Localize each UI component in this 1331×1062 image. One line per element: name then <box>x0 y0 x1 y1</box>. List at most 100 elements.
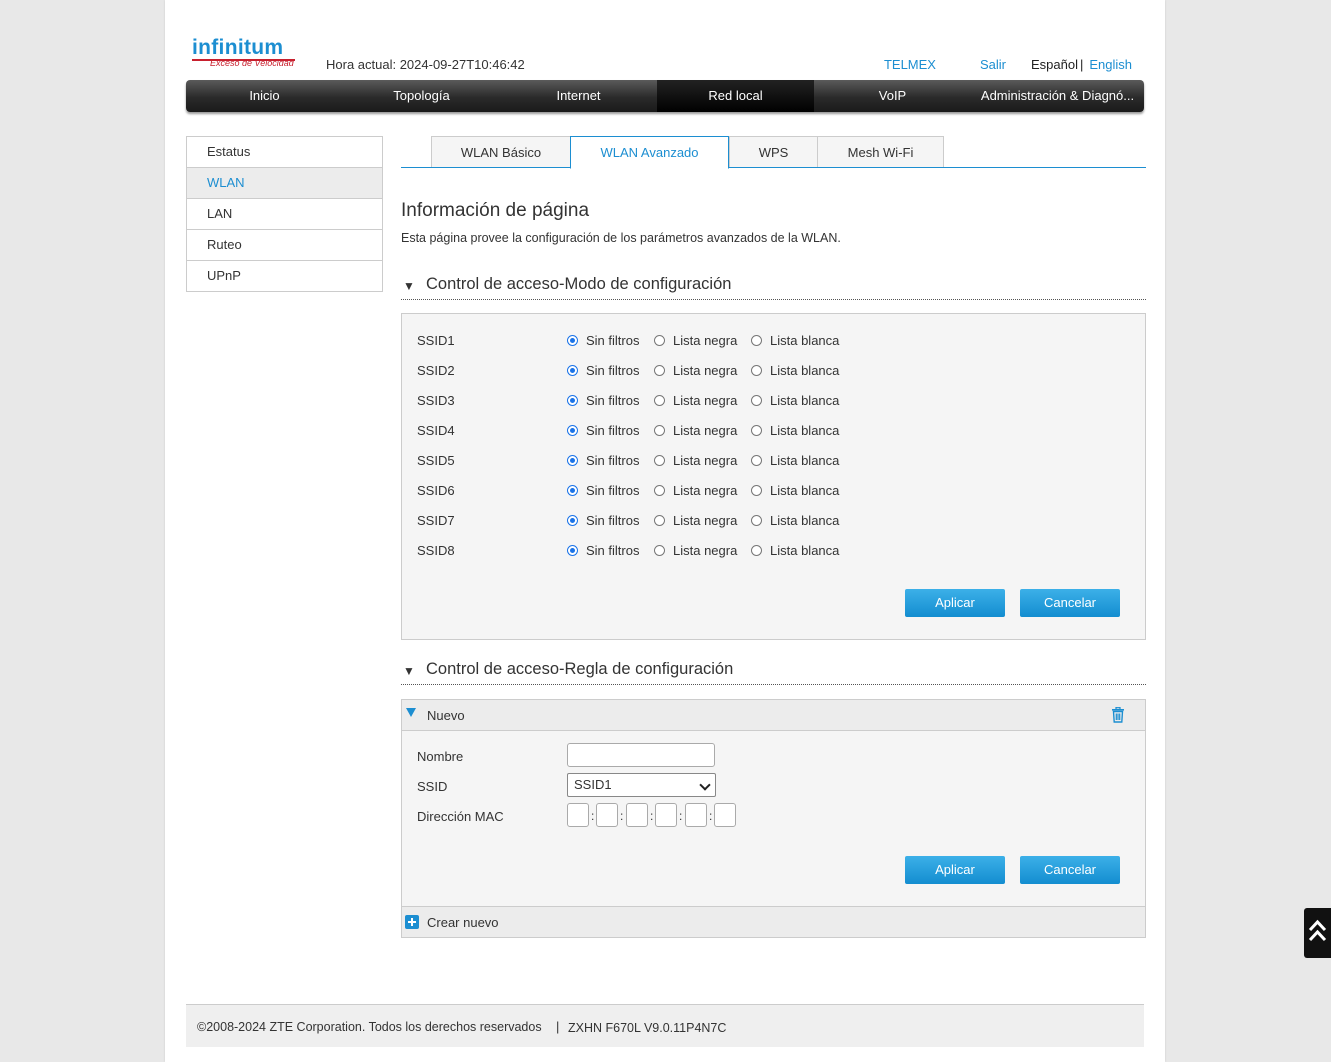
radio-circle-icon[interactable] <box>654 545 665 556</box>
radio-circle-icon[interactable] <box>654 425 665 436</box>
tab-wlan-basico[interactable]: WLAN Básico <box>431 136 571 167</box>
radio-circle-icon[interactable] <box>567 485 578 496</box>
scroll-to-top-button[interactable] <box>1304 908 1331 958</box>
rule-cancel-button[interactable]: Cancelar <box>1020 856 1120 884</box>
mode-apply-button[interactable]: Aplicar <box>905 589 1005 617</box>
plus-icon[interactable] <box>405 915 419 929</box>
telmex-link[interactable]: TELMEX <box>884 57 936 72</box>
radio-lista-negra[interactable]: Lista negra <box>654 393 737 408</box>
radio-circle-icon[interactable] <box>751 395 762 406</box>
ssid-select[interactable]: SSID1 <box>567 773 716 797</box>
radio-circle-icon[interactable] <box>751 425 762 436</box>
radio-lista-blanca[interactable]: Lista blanca <box>751 363 839 378</box>
nav-topologia[interactable]: Topología <box>343 80 500 112</box>
radio-circle-icon[interactable] <box>567 395 578 406</box>
radio-lista-negra[interactable]: Lista negra <box>654 363 737 378</box>
tab-wps[interactable]: WPS <box>729 136 818 167</box>
mac-octet-1[interactable] <box>567 803 589 827</box>
sidebar-item-estatus[interactable]: Estatus <box>187 137 382 168</box>
radio-sin-filtros[interactable]: Sin filtros <box>567 363 639 378</box>
sidebar-item-upnp[interactable]: UPnP <box>187 261 382 291</box>
mac-octet-4[interactable] <box>655 803 677 827</box>
radio-label: Sin filtros <box>586 543 640 558</box>
logout-link[interactable]: Salir <box>980 57 1006 72</box>
ssid-mode-row: SSID1 Sin filtros Lista negra Lista blanca <box>417 330 1117 350</box>
radio-sin-filtros[interactable]: Sin filtros <box>567 333 639 348</box>
radio-lista-blanca[interactable]: Lista blanca <box>751 453 839 468</box>
tab-wlan-avanzado[interactable]: WLAN Avanzado <box>570 136 729 169</box>
collapse-triangle-icon[interactable]: ▼ <box>403 279 415 293</box>
radio-circle-icon[interactable] <box>654 485 665 496</box>
radio-circle-icon[interactable] <box>751 485 762 496</box>
radio-circle-icon[interactable] <box>654 455 665 466</box>
mac-colon: : <box>591 809 595 823</box>
nav-internet[interactable]: Internet <box>500 80 657 112</box>
create-new-label[interactable]: Crear nuevo <box>427 915 499 930</box>
radio-sin-filtros[interactable]: Sin filtros <box>567 513 639 528</box>
expand-triangle-icon[interactable] <box>406 708 416 717</box>
radio-sin-filtros[interactable]: Sin filtros <box>567 543 639 558</box>
mac-colon: : <box>679 809 683 823</box>
nav-red-local[interactable]: Red local <box>657 80 814 112</box>
radio-circle-icon[interactable] <box>751 365 762 376</box>
radio-circle-icon[interactable] <box>751 455 762 466</box>
mac-octet-2[interactable] <box>596 803 618 827</box>
radio-lista-blanca[interactable]: Lista blanca <box>751 513 839 528</box>
radio-lista-blanca[interactable]: Lista blanca <box>751 393 839 408</box>
ssid-row-label: SSID7 <box>417 513 455 528</box>
radio-lista-negra[interactable]: Lista negra <box>654 333 737 348</box>
radio-circle-icon[interactable] <box>654 335 665 346</box>
spanish-link[interactable]: Español <box>1031 57 1078 72</box>
ssid-row-label: SSID2 <box>417 363 455 378</box>
radio-circle-icon[interactable] <box>751 515 762 526</box>
name-input[interactable] <box>567 743 715 767</box>
radio-sin-filtros[interactable]: Sin filtros <box>567 453 639 468</box>
radio-lista-negra[interactable]: Lista negra <box>654 483 737 498</box>
mode-cancel-button[interactable]: Cancelar <box>1020 589 1120 617</box>
rule-entry-header[interactable]: Nuevo <box>402 700 1145 731</box>
english-link[interactable]: English <box>1089 57 1132 72</box>
radio-circle-icon[interactable] <box>654 395 665 406</box>
nav-inicio[interactable]: Inicio <box>186 80 343 112</box>
radio-lista-blanca[interactable]: Lista blanca <box>751 543 839 558</box>
radio-lista-blanca[interactable]: Lista blanca <box>751 423 839 438</box>
radio-sin-filtros[interactable]: Sin filtros <box>567 393 639 408</box>
radio-lista-blanca[interactable]: Lista blanca <box>751 333 839 348</box>
radio-lista-negra[interactable]: Lista negra <box>654 453 737 468</box>
rule-section-header[interactable]: ▼ Control de acceso-Regla de configuraci… <box>401 660 1146 685</box>
radio-lista-negra[interactable]: Lista negra <box>654 543 737 558</box>
ssid-row-label: SSID8 <box>417 543 455 558</box>
radio-sin-filtros[interactable]: Sin filtros <box>567 423 639 438</box>
radio-circle-icon[interactable] <box>567 545 578 556</box>
sidebar-item-wlan[interactable]: WLAN <box>187 168 382 199</box>
radio-circle-icon[interactable] <box>751 545 762 556</box>
create-new-row[interactable]: Crear nuevo <box>402 906 1145 937</box>
radio-lista-blanca[interactable]: Lista blanca <box>751 483 839 498</box>
sidebar-item-ruteo[interactable]: Ruteo <box>187 230 382 261</box>
radio-circle-icon[interactable] <box>654 515 665 526</box>
radio-circle-icon[interactable] <box>567 365 578 376</box>
trash-icon[interactable] <box>1111 707 1125 723</box>
nav-voip[interactable]: VoIP <box>814 80 971 112</box>
mac-octet-5[interactable] <box>685 803 707 827</box>
radio-sin-filtros[interactable]: Sin filtros <box>567 483 639 498</box>
radio-circle-icon[interactable] <box>567 335 578 346</box>
ssid-mode-row: SSID3 Sin filtros Lista negra Lista blanca <box>417 390 1117 410</box>
radio-lista-negra[interactable]: Lista negra <box>654 423 737 438</box>
radio-circle-icon[interactable] <box>654 365 665 376</box>
nav-administracion[interactable]: Administración & Diagnó... <box>971 80 1144 112</box>
radio-circle-icon[interactable] <box>567 515 578 526</box>
mode-section-header[interactable]: ▼ Control de acceso-Modo de configuració… <box>401 275 1146 300</box>
tab-mesh-wifi[interactable]: Mesh Wi-Fi <box>817 136 944 167</box>
radio-circle-icon[interactable] <box>567 455 578 466</box>
radio-lista-negra[interactable]: Lista negra <box>654 513 737 528</box>
mac-octet-6[interactable] <box>714 803 736 827</box>
radio-label: Lista blanca <box>770 423 840 438</box>
rule-apply-button[interactable]: Aplicar <box>905 856 1005 884</box>
collapse-triangle-icon[interactable]: ▼ <box>403 664 415 678</box>
radio-circle-icon[interactable] <box>567 425 578 436</box>
infinitum-logo[interactable]: infinitum Exceso de Velocidad <box>192 37 295 68</box>
radio-circle-icon[interactable] <box>751 335 762 346</box>
sidebar-item-lan[interactable]: LAN <box>187 199 382 230</box>
mac-octet-3[interactable] <box>626 803 648 827</box>
